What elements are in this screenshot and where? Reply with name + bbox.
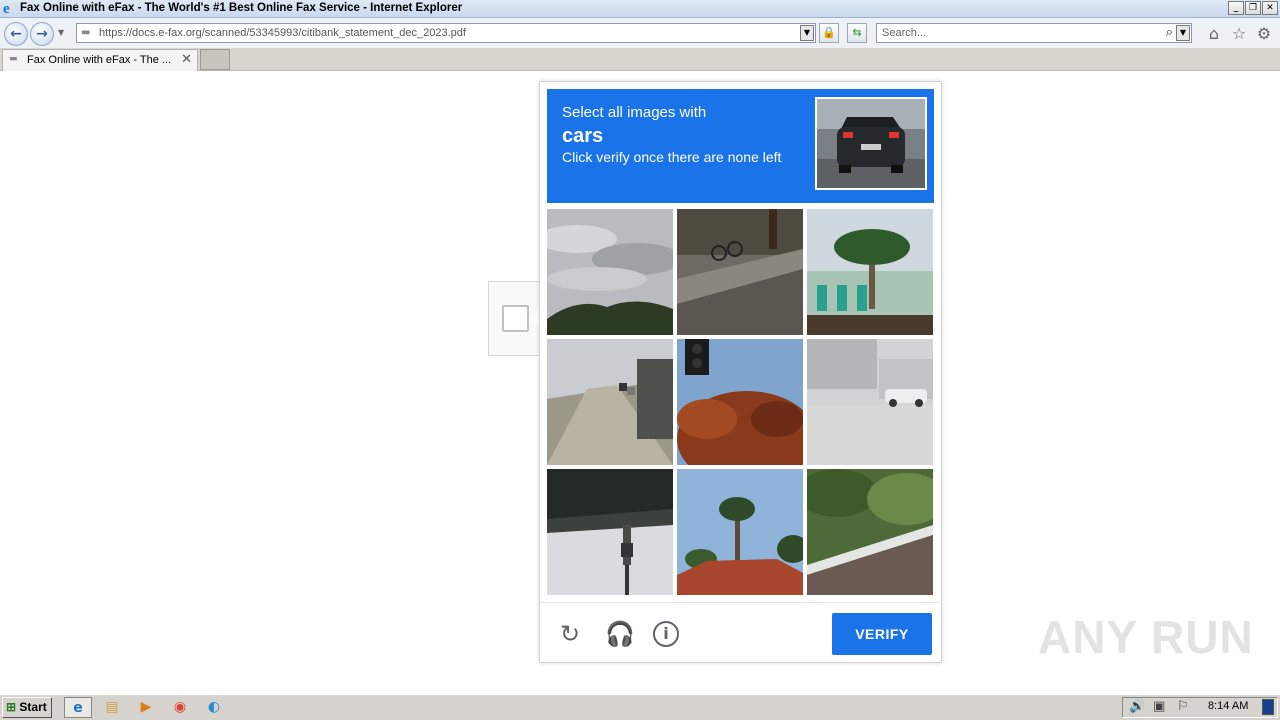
favorites-star-icon[interactable]: ☆ (1230, 25, 1248, 43)
taskbar-ie-icon[interactable]: e (64, 697, 92, 718)
prompt-subtext: Click verify once there are none left (562, 149, 782, 165)
window-titlebar: e Fax Online with eFax - The World's #1 … (0, 0, 1280, 18)
restore-icon[interactable]: ❐ (1245, 1, 1261, 15)
search-icon[interactable]: ⌕ (1166, 25, 1173, 40)
search-input[interactable]: Search... (882, 27, 926, 39)
example-image-car (815, 97, 927, 190)
prompt-instruction: Select all images with (562, 104, 707, 121)
page-favicon-icon: ▬ (81, 27, 91, 38)
taskbar-explorer-icon[interactable]: ▤ (98, 697, 126, 718)
captcha-tile-9[interactable] (807, 469, 933, 595)
search-dropdown-icon[interactable]: ▼ (1176, 25, 1190, 41)
taskbar-mediaplayer-icon[interactable]: ▶ (132, 697, 160, 718)
history-dropdown-icon[interactable]: ▼ (58, 28, 64, 37)
captcha-challenge: Select all images with cars Click verify… (539, 81, 942, 663)
anyrun-watermark: ANY RUN (1038, 611, 1254, 663)
ie-logo-icon: e (3, 1, 10, 17)
captcha-prompt: Select all images with cars Click verify… (547, 89, 934, 203)
back-icon[interactable]: ← (4, 22, 28, 46)
settings-gear-icon[interactable]: ⚙ (1255, 25, 1273, 43)
captcha-tile-4[interactable] (547, 339, 673, 465)
captcha-tile-1[interactable] (547, 209, 673, 335)
captcha-footer: ↻ 🎧 i VERIFY (540, 602, 941, 662)
taskbar-edge-icon[interactable]: ◐ (200, 697, 228, 718)
system-tray: 🔊 ▣ ⚐ (1122, 697, 1278, 718)
tab-efax[interactable]: ▬ Fax Online with eFax - The ... ✕ (2, 49, 198, 71)
new-tab-button[interactable] (200, 49, 230, 70)
captcha-tile-5[interactable] (677, 339, 803, 465)
address-input[interactable]: https://docs.e-fax.org/scanned/53345993/… (99, 27, 466, 39)
captcha-image-grid (547, 209, 934, 596)
tab-close-icon[interactable]: ✕ (181, 52, 192, 67)
info-icon[interactable]: i (653, 621, 679, 647)
start-button[interactable]: ⊞ Start (2, 697, 52, 718)
action-center-flag-icon[interactable]: ⚐ (1177, 699, 1189, 714)
start-label: Start (19, 700, 47, 714)
lock-icon[interactable]: 🔒 (819, 23, 839, 43)
verify-button[interactable]: VERIFY (832, 613, 932, 655)
home-icon[interactable]: ⌂ (1205, 25, 1223, 43)
tab-label: Fax Online with eFax - The ... (27, 54, 172, 66)
captcha-tile-3[interactable] (807, 209, 933, 335)
captcha-checkbox-widget (488, 281, 550, 356)
captcha-tile-7[interactable] (547, 469, 673, 595)
minimize-icon[interactable]: _ (1228, 1, 1244, 15)
forward-icon[interactable]: → (30, 22, 54, 46)
captcha-tile-8[interactable] (677, 469, 803, 595)
prompt-target: cars (562, 125, 604, 147)
taskbar-chrome-icon[interactable]: ◉ (166, 697, 194, 718)
captcha-tile-6[interactable] (807, 339, 933, 465)
refresh-icon[interactable]: ↻ (557, 621, 583, 647)
captcha-checkbox[interactable] (502, 305, 529, 332)
address-bar[interactable]: ▬ https://docs.e-fax.org/scanned/5334599… (76, 23, 816, 43)
navigation-bar: ← → ▼ ▬ https://docs.e-fax.org/scanned/5… (0, 18, 1280, 48)
tab-bar: ▬ Fax Online with eFax - The ... ✕ (0, 48, 1280, 71)
headphones-icon[interactable]: 🎧 (605, 621, 635, 647)
network-icon[interactable]: ▣ (1153, 699, 1165, 714)
window-title: Fax Online with eFax - The World's #1 Be… (20, 2, 463, 14)
show-desktop-icon[interactable] (1262, 699, 1274, 715)
windows-flag-icon: ⊞ (6, 700, 17, 714)
search-box[interactable]: Search... ⌕ ▼ (876, 23, 1192, 43)
address-dropdown-icon[interactable]: ▼ (800, 25, 814, 41)
clock: 8:14 AM (1208, 700, 1249, 712)
close-icon[interactable]: ✕ (1262, 1, 1278, 15)
volume-icon[interactable]: 🔊 (1129, 699, 1145, 714)
taskbar: ⊞ Start e ▤ ▶ ◉ ◐ 🔊 ▣ ⚐ 8:14 AM (0, 694, 1280, 720)
tab-favicon-icon: ▬ (9, 54, 18, 64)
refresh-page-icon[interactable]: ⇆ (847, 23, 867, 43)
captcha-tile-2[interactable] (677, 209, 803, 335)
